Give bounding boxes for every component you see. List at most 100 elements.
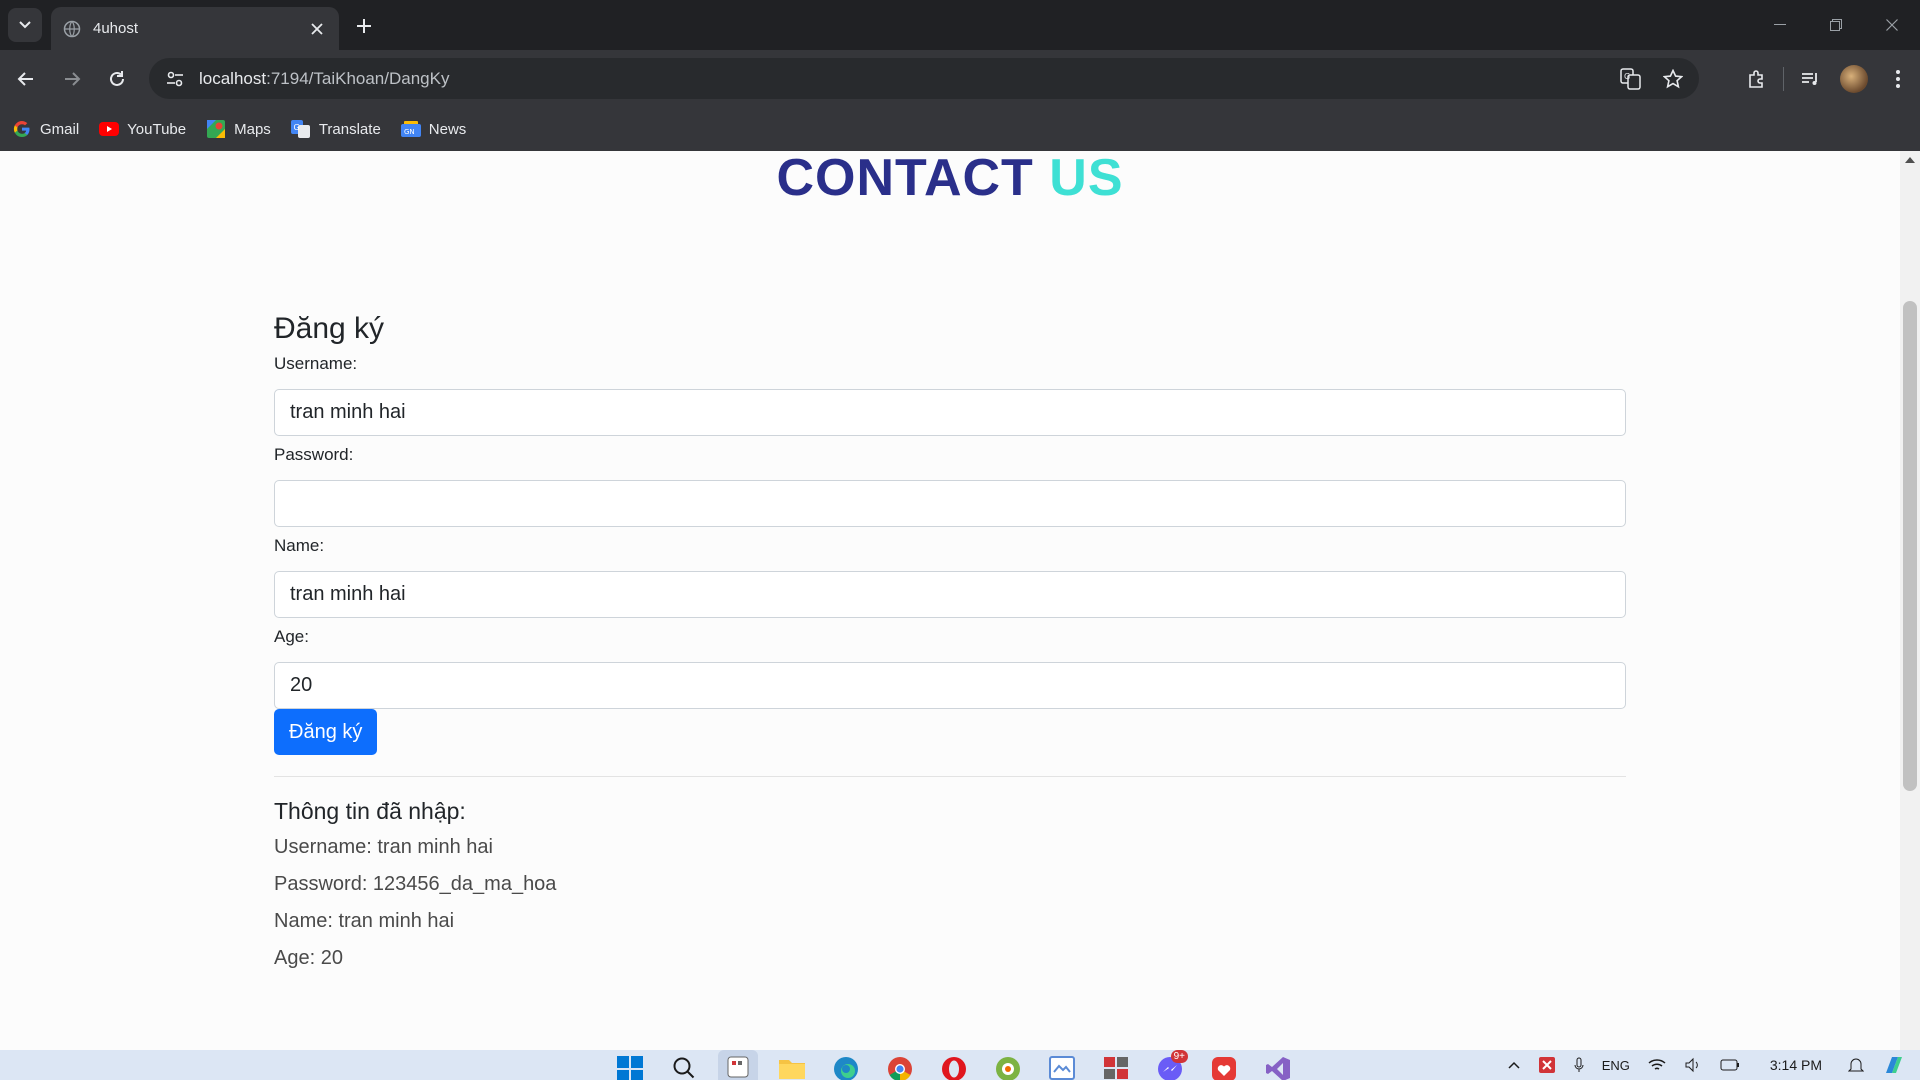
reload-button[interactable] xyxy=(99,61,135,97)
heading-part-contact: CONTACT xyxy=(776,151,1034,207)
profile-button[interactable] xyxy=(1832,61,1876,97)
info-password: Password: 123456_da_ma_hoa xyxy=(274,873,557,895)
restore-icon xyxy=(1830,19,1842,31)
back-button[interactable] xyxy=(8,61,44,97)
scroll-up-arrow[interactable] xyxy=(1905,157,1915,163)
taskbar-app-task-view[interactable] xyxy=(718,1050,758,1080)
media-controls-button[interactable] xyxy=(1788,61,1832,97)
tray-mic-button[interactable] xyxy=(1574,1057,1584,1073)
news-icon: GN xyxy=(400,119,421,139)
network-button[interactable] xyxy=(1648,1057,1666,1073)
taskbar-app-edge[interactable] xyxy=(826,1050,866,1080)
tab-close-button[interactable] xyxy=(307,19,327,39)
taskbar-clock[interactable]: 3:14 PM xyxy=(1770,1057,1822,1073)
chevron-down-icon xyxy=(19,21,31,29)
start-button[interactable] xyxy=(610,1050,650,1080)
translate-icon: G xyxy=(1620,67,1641,90)
minimize-button[interactable] xyxy=(1752,0,1808,50)
taskbar-app-opera[interactable] xyxy=(934,1050,974,1080)
tray-app-icon[interactable] xyxy=(1538,1056,1556,1074)
notifications-button[interactable] xyxy=(1848,1056,1864,1074)
info-age: Age: 20 xyxy=(274,947,343,969)
address-bar[interactable]: localhost:7194/TaiKhoan/DangKy G xyxy=(149,58,1699,99)
browser-menu-button[interactable] xyxy=(1876,61,1920,97)
taskbar-app-visual-studio[interactable] xyxy=(1258,1050,1298,1080)
forward-button[interactable] xyxy=(54,61,90,97)
svg-text:G: G xyxy=(293,123,299,132)
site-info-button[interactable] xyxy=(155,58,195,99)
tab-title: 4uhost xyxy=(93,20,139,37)
heading-part-us: US xyxy=(1049,151,1124,207)
bookmark-translate[interactable]: G Translate xyxy=(290,119,381,139)
url-host: localhost xyxy=(199,68,267,88)
toolbar-actions xyxy=(1735,61,1920,97)
svg-text:G: G xyxy=(1624,72,1630,81)
volume-button[interactable] xyxy=(1684,1057,1702,1073)
restore-button[interactable] xyxy=(1808,0,1864,50)
divider xyxy=(274,776,1626,777)
omnibox-actions: G xyxy=(1615,58,1689,99)
bookmark-label: Gmail xyxy=(40,120,80,138)
search-icon xyxy=(673,1057,695,1079)
folder-icon xyxy=(779,1060,805,1079)
tab-search-button[interactable] xyxy=(8,8,42,42)
translate-icon: G xyxy=(290,119,311,139)
battery-icon xyxy=(1720,1059,1739,1071)
extensions-button[interactable] xyxy=(1735,61,1779,97)
register-button[interactable]: Đăng ký xyxy=(274,709,378,755)
puzzle-icon xyxy=(1749,70,1763,88)
page-scrollbar[interactable] xyxy=(1900,151,1920,1050)
visual-studio-icon xyxy=(1266,1057,1290,1080)
taskbar-search[interactable] xyxy=(664,1050,704,1080)
info-title: Thông tin đã nhập: xyxy=(274,798,466,824)
speaker-icon xyxy=(1685,1057,1698,1073)
taskbar-app-file-explorer[interactable] xyxy=(772,1050,812,1080)
edge-icon xyxy=(834,1057,858,1080)
browser-tab[interactable]: 4uhost xyxy=(51,7,339,50)
taskbar-app-coccoc[interactable] xyxy=(988,1050,1028,1080)
url-text: localhost:7194/TaiKhoan/DangKy xyxy=(199,69,449,89)
microphone-icon xyxy=(1574,1057,1584,1072)
notification-badge: 9+ xyxy=(1170,1050,1188,1063)
translate-page-button[interactable]: G xyxy=(1615,63,1647,95)
username-label: Username: xyxy=(274,354,358,373)
taskbar-app-tiles[interactable] xyxy=(1096,1050,1136,1080)
arrow-left-icon xyxy=(17,72,33,86)
taskbar-apps: 9+ xyxy=(610,1050,1298,1080)
password-label: Password: xyxy=(274,445,354,464)
close-icon xyxy=(311,22,323,35)
bookmark-youtube[interactable]: YouTube xyxy=(99,119,186,139)
url-path: :7194/TaiKhoan/DangKy xyxy=(266,68,450,88)
close-window-button[interactable] xyxy=(1864,0,1920,50)
more-vertical-icon xyxy=(1896,70,1900,88)
age-label: Age: xyxy=(274,627,309,646)
username-input[interactable]: tran minh hai xyxy=(274,389,1626,436)
battery-button[interactable] xyxy=(1720,1059,1740,1071)
arrow-right-icon xyxy=(65,72,81,86)
name-input[interactable]: tran minh hai xyxy=(274,571,1626,618)
age-input[interactable]: 20 xyxy=(274,662,1626,709)
tray-overflow-button[interactable] xyxy=(1508,1061,1520,1069)
page-heading: CONTACT US xyxy=(0,151,1900,205)
bookmark-maps[interactable]: Maps xyxy=(206,119,271,139)
app-window-icon xyxy=(1049,1056,1075,1080)
bookmark-gmail[interactable]: Gmail xyxy=(12,119,79,139)
new-tab-button[interactable] xyxy=(350,12,378,40)
taskbar-app-sticker[interactable] xyxy=(1204,1050,1244,1080)
coccoc-icon xyxy=(996,1057,1020,1080)
copilot-icon xyxy=(1886,1057,1902,1073)
close-icon xyxy=(1886,19,1898,31)
taskbar-app-chrome[interactable] xyxy=(880,1050,920,1080)
scroll-thumb[interactable] xyxy=(1903,301,1917,791)
taskbar-app-editor[interactable] xyxy=(1042,1050,1082,1080)
taskbar-app-messenger[interactable]: 9+ xyxy=(1150,1050,1190,1080)
bookmark-star-button[interactable] xyxy=(1657,63,1689,95)
bookmark-news[interactable]: GN News xyxy=(400,119,466,139)
tune-icon xyxy=(167,71,183,86)
opera-icon xyxy=(942,1057,966,1080)
name-label: Name: xyxy=(274,536,325,555)
google-icon xyxy=(12,119,32,139)
password-input[interactable] xyxy=(274,480,1626,527)
copilot-button[interactable] xyxy=(1882,1055,1906,1075)
language-indicator[interactable]: ENG xyxy=(1602,1058,1630,1073)
